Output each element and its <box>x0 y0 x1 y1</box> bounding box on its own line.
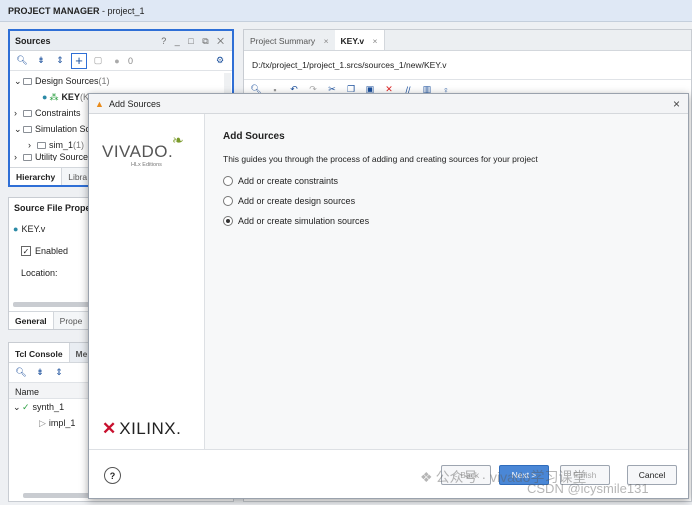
editor-path: D:/tx/project_1/project_1.srcs/sources_1… <box>252 60 447 70</box>
dialog-heading: Add Sources <box>223 131 285 142</box>
tab-project-summary[interactable]: Project Summary × <box>244 30 335 50</box>
tab-label: KEY.v <box>340 36 365 46</box>
csdn-watermark: CSDN @icysmile131 <box>527 481 649 496</box>
status-dot-icon: ● <box>114 55 120 66</box>
radio-simulation-sources[interactable] <box>223 216 233 226</box>
location-label: Location: <box>21 268 58 278</box>
add-sources-dialog: ▲ Add Sources × VIVADO. ❧ HLx Editions ✕… <box>88 93 689 499</box>
column-name: Name <box>15 387 40 397</box>
tree-count: (1) <box>98 76 110 86</box>
vivado-logo-text: VIVADO. <box>102 142 174 161</box>
dialog-branding: VIVADO. ❧ HLx Editions ✕ XILINX. <box>89 114 205 449</box>
add-sources-icon[interactable]: + <box>71 52 87 69</box>
vivado-logo: VIVADO. ❧ HLx Editions <box>102 132 192 168</box>
chevron-down-icon[interactable]: ⌄ <box>14 76 23 87</box>
chevron-down-icon[interactable]: ⌄ <box>13 402 22 413</box>
run-label: impl_1 <box>48 418 76 428</box>
help-button[interactable]: ? <box>104 467 121 484</box>
xilinx-mark-icon: ✕ <box>102 419 117 438</box>
chevron-right-icon[interactable]: › <box>14 153 23 161</box>
horizontal-scrollbar[interactable] <box>23 493 93 498</box>
tree-label: Design Sources <box>35 76 99 86</box>
tree-item-design-sources[interactable]: ⌄ Design Sources (1) <box>14 73 228 89</box>
enabled-label: Enabled <box>35 246 69 256</box>
collapse-all-icon[interactable]: ⇟ <box>32 365 48 381</box>
option-constraints[interactable]: Add or create constraints <box>223 176 670 186</box>
vivado-mini-icon: ▲ <box>95 99 104 109</box>
close-icon[interactable]: × <box>373 36 378 46</box>
file-dot-icon: ● <box>42 92 48 102</box>
dialog-titlebar: ▲ Add Sources × <box>89 94 688 114</box>
dialog-title: Add Sources <box>108 99 161 109</box>
play-icon: ▷ <box>39 417 46 428</box>
sources-title: Sources <box>15 36 51 46</box>
project-name: - project_1 <box>99 6 145 16</box>
properties-file-name: KEY.v <box>21 224 46 234</box>
close-icon[interactable]: × <box>673 97 680 111</box>
panel-window-icons[interactable]: ? _ □ ⧉ ✕ <box>161 36 227 47</box>
option-design-sources[interactable]: Add or create design sources <box>223 196 670 206</box>
properties-title: Source File Proper <box>14 203 95 213</box>
tab-label: Project Summary <box>250 36 316 46</box>
folder-icon <box>37 141 46 149</box>
file-dot-icon: ● <box>13 224 19 234</box>
xilinx-logo: ✕ XILINX. <box>102 419 181 439</box>
gear-icon[interactable]: ⚙ <box>212 53 228 69</box>
collapse-all-icon[interactable]: ⇟ <box>33 53 49 69</box>
search-icon[interactable]: 🔍︎ <box>14 53 30 69</box>
folder-icon <box>23 109 32 117</box>
properties-icon[interactable]: ▢ <box>90 53 106 69</box>
tree-label: KEY <box>61 92 80 102</box>
expand-all-icon[interactable]: ⇕ <box>51 365 67 381</box>
folder-icon <box>23 153 32 161</box>
tab-key-v[interactable]: KEY.v × <box>334 30 385 50</box>
sources-toolbar: 🔍︎ ⇟ ⇕ + ▢ ● 0 ⚙ <box>10 51 232 71</box>
tree-count: (1) <box>73 140 85 150</box>
close-icon[interactable]: × <box>324 36 329 46</box>
sources-header: Sources ? _ □ ⧉ ✕ <box>10 31 232 51</box>
enabled-checkbox[interactable]: ✓ <box>21 246 31 256</box>
dialog-description: This guides you through the process of a… <box>223 154 538 164</box>
wechat-icon: ❖ <box>420 469 433 485</box>
vivado-leaf-icon: ❧ <box>172 132 184 148</box>
folder-icon <box>23 125 32 133</box>
module-icon: ⁂ <box>49 91 59 102</box>
tab-hierarchy[interactable]: Hierarchy <box>10 168 63 185</box>
tree-label: sim_1 <box>49 140 74 150</box>
tab-properties[interactable]: Prope <box>54 312 89 329</box>
horizontal-scrollbar[interactable] <box>13 302 93 307</box>
source-type-options: Add or create constraints Add or create … <box>223 176 670 226</box>
tree-label: Constraints <box>35 108 81 118</box>
dialog-content: Add Sources This guides you through the … <box>205 114 688 449</box>
chevron-right-icon[interactable]: › <box>28 140 37 150</box>
tree-label: Simulation Sc <box>35 124 91 134</box>
radio-constraints[interactable] <box>223 176 233 186</box>
option-simulation-sources[interactable]: Add or create simulation sources <box>223 216 670 226</box>
check-icon: ✓ <box>22 401 30 412</box>
app-title: PROJECT MANAGER <box>8 6 100 16</box>
expand-all-icon[interactable]: ⇕ <box>52 53 68 69</box>
run-label: synth_1 <box>32 402 65 412</box>
chevron-down-icon[interactable]: ⌄ <box>14 124 23 135</box>
radio-design-sources[interactable] <box>223 196 233 206</box>
editor-tabs: Project Summary × KEY.v × <box>244 30 691 51</box>
tab-general[interactable]: General <box>9 312 54 329</box>
tab-tcl-console[interactable]: Tcl Console <box>9 343 70 362</box>
title-bar: PROJECT MANAGER - project_1 <box>0 0 692 22</box>
folder-icon <box>23 77 32 85</box>
status-count: 0 <box>128 55 134 66</box>
chevron-right-icon[interactable]: › <box>14 108 23 118</box>
option-label: Add or create design sources <box>238 196 356 206</box>
option-label: Add or create simulation sources <box>238 216 370 226</box>
vivado-logo-subtitle: HLx Editions <box>131 162 162 168</box>
tree-label: Utility Source <box>35 153 89 161</box>
option-label: Add or create constraints <box>238 176 339 186</box>
xilinx-logo-text: XILINX. <box>119 419 182 438</box>
search-icon[interactable]: 🔍︎ <box>13 365 29 381</box>
